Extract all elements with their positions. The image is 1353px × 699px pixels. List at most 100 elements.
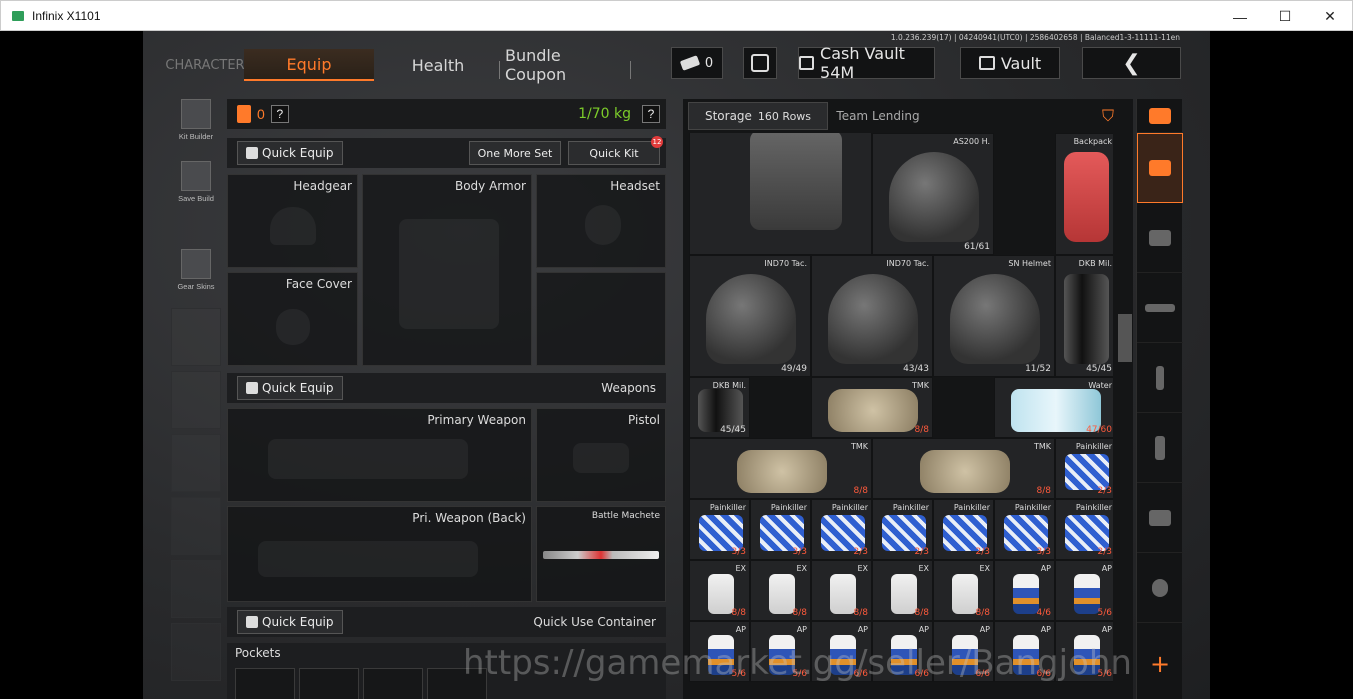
tab-health[interactable]: Health xyxy=(393,49,483,81)
weight-help-icon[interactable]: ? xyxy=(642,105,660,123)
close-button[interactable]: ✕ xyxy=(1307,1,1353,32)
save-build-button[interactable]: Save Build xyxy=(171,161,221,203)
tab-equip[interactable]: Equip xyxy=(244,49,374,81)
pocket-slot[interactable] xyxy=(363,668,423,699)
storage-item[interactable]: AS200 H. 61/61 xyxy=(872,133,994,255)
storage-item[interactable]: AP 5/6 xyxy=(689,621,750,682)
pocket-slot[interactable] xyxy=(235,668,295,699)
gear-skins-button[interactable]: Gear Skins xyxy=(171,249,221,291)
storage-item[interactable]: AP 6/6 xyxy=(872,621,933,682)
pocket-slot[interactable] xyxy=(299,668,359,699)
storage-item[interactable]: AP 6/6 xyxy=(933,621,994,682)
tab-team-lending[interactable]: Team Lending xyxy=(833,102,923,130)
storage-item[interactable]: IND70 Tac. 49/49 xyxy=(689,255,811,377)
empty-gear-slot[interactable] xyxy=(536,272,666,366)
tab-divider xyxy=(630,61,631,79)
storage-item[interactable]: EX 8/8 xyxy=(811,560,872,621)
add-category-button[interactable]: + xyxy=(1137,629,1183,699)
storage-item[interactable]: EX 8/8 xyxy=(872,560,933,621)
quick-equip-weapons-button[interactable]: Quick Equip xyxy=(237,376,343,400)
window-titlebar: Infinix X1101 — ☐ ✕ xyxy=(0,0,1353,31)
pill-item-icon xyxy=(1064,453,1109,490)
category-all[interactable] xyxy=(1137,99,1183,133)
storage-item[interactable]: AP 5/6 xyxy=(1055,621,1113,682)
storage-scrollbar[interactable] xyxy=(1118,314,1132,362)
storage-item[interactable]: AP 6/6 xyxy=(811,621,872,682)
category-mods[interactable] xyxy=(1137,483,1183,553)
category-gear[interactable] xyxy=(1137,133,1183,203)
one-more-set-button[interactable]: One More Set xyxy=(469,141,561,165)
help-icon[interactable]: ? xyxy=(270,105,289,123)
category-ammo[interactable] xyxy=(1137,413,1183,483)
money-count: 0 xyxy=(704,55,714,71)
money-counter[interactable]: 0 xyxy=(671,47,723,79)
storage-item[interactable]: AP 5/6 xyxy=(750,621,811,682)
sort-icon[interactable]: ⛉ xyxy=(1088,102,1128,130)
storage-item[interactable]: Painkiller 2/3 xyxy=(933,499,994,560)
storage-item[interactable]: IND70 Tac. 43/43 xyxy=(811,255,933,377)
storage-item-name: AP xyxy=(1040,625,1051,634)
storage-item[interactable]: DKB Mil. 45/45 xyxy=(689,377,750,438)
id-card-button[interactable] xyxy=(743,47,777,79)
body-armor-slot[interactable]: Body Armor xyxy=(362,174,532,366)
category-attachments[interactable] xyxy=(1137,203,1183,273)
jarb-item-icon xyxy=(951,634,978,675)
storage-item-vest[interactable] xyxy=(689,133,872,255)
storage-item-name: Painkiller xyxy=(831,503,868,512)
storage-item[interactable]: Water 47/60 xyxy=(994,377,1113,438)
pri-weapon-back-slot[interactable]: Pri. Weapon (Back) xyxy=(227,506,532,602)
category-throwables[interactable] xyxy=(1137,553,1183,623)
headgear-slot[interactable]: Headgear xyxy=(227,174,358,268)
storage-item[interactable]: AP 4/6 xyxy=(994,560,1055,621)
pocket-slot[interactable] xyxy=(427,668,487,699)
empty-slot xyxy=(171,371,221,429)
tab-character[interactable]: CHARACTER xyxy=(165,49,245,81)
storage-item-count: 3/3 xyxy=(731,547,746,557)
minimize-button[interactable]: — xyxy=(1217,1,1263,32)
jarb-item-icon xyxy=(707,634,734,675)
storage-item-name: Painkiller xyxy=(709,503,746,512)
headset-slot[interactable]: Headset xyxy=(536,174,666,268)
vault-button[interactable]: Vault xyxy=(960,47,1060,79)
quick-kit-button[interactable]: Quick Kit 12 xyxy=(568,136,663,165)
machete-icon xyxy=(543,551,659,559)
storage-item[interactable]: Painkiller 2/3 xyxy=(811,499,872,560)
primary-weapon-slot[interactable]: Primary Weapon xyxy=(227,408,532,502)
tab-storage[interactable]: Storage 160 Rows xyxy=(688,102,828,130)
category-weapons[interactable] xyxy=(1137,273,1183,343)
storage-item[interactable]: Painkiller 3/3 xyxy=(750,499,811,560)
storage-item-name: IND70 Tac. xyxy=(764,259,807,268)
storage-item-count: 8/8 xyxy=(853,486,868,496)
storage-item[interactable]: TMK 8/8 xyxy=(872,438,1055,499)
face-cover-slot[interactable]: Face Cover xyxy=(227,272,358,366)
quick-equip-quickuse-button[interactable]: Quick Equip xyxy=(237,610,343,634)
cash-vault-button[interactable]: Cash Vault 54M xyxy=(798,44,935,82)
storage-item[interactable]: SN Helmet 11/52 xyxy=(933,255,1055,377)
back-button[interactable]: ❮ xyxy=(1082,47,1181,79)
storage-item[interactable]: TMK 8/8 xyxy=(811,377,933,438)
maximize-button[interactable]: ☐ xyxy=(1262,1,1308,32)
storage-item[interactable]: Backpack xyxy=(1055,133,1113,255)
storage-item[interactable]: TMK 8/8 xyxy=(689,438,872,499)
storage-item[interactable]: Painkiller 3/3 xyxy=(689,499,750,560)
storage-item[interactable]: Painkiller 2/3 xyxy=(1055,499,1113,560)
storage-item-count: 5/6 xyxy=(792,669,807,679)
storage-item[interactable]: EX 8/8 xyxy=(689,560,750,621)
pistol-slot[interactable]: Pistol xyxy=(536,408,666,502)
quick-equip-gear-button[interactable]: Quick Equip xyxy=(237,141,343,165)
storage-item[interactable]: Painkiller 2/3 xyxy=(872,499,933,560)
storage-item[interactable]: AP 5/6 xyxy=(1055,560,1113,621)
plus-icon: + xyxy=(1149,650,1171,678)
storage-item[interactable]: Painkiller 3/3 xyxy=(994,499,1055,560)
tab-bundle-coupon[interactable]: Bundle Coupon xyxy=(505,46,625,84)
melee-slot[interactable]: Battle Machete xyxy=(536,506,666,602)
storage-item[interactable]: EX 8/8 xyxy=(750,560,811,621)
storage-item[interactable]: EX 8/8 xyxy=(933,560,994,621)
category-magazines[interactable] xyxy=(1137,343,1183,413)
one-more-set-label: One More Set xyxy=(477,146,553,160)
storage-item[interactable]: DKB Mil. 45/45 xyxy=(1055,255,1113,377)
storage-item[interactable]: AP 6/6 xyxy=(994,621,1055,682)
storage-item-count: 2/3 xyxy=(1097,486,1112,496)
kit-builder-button[interactable]: Kit Builder xyxy=(171,99,221,141)
storage-item[interactable]: Painkiller 2/3 xyxy=(1055,438,1113,499)
